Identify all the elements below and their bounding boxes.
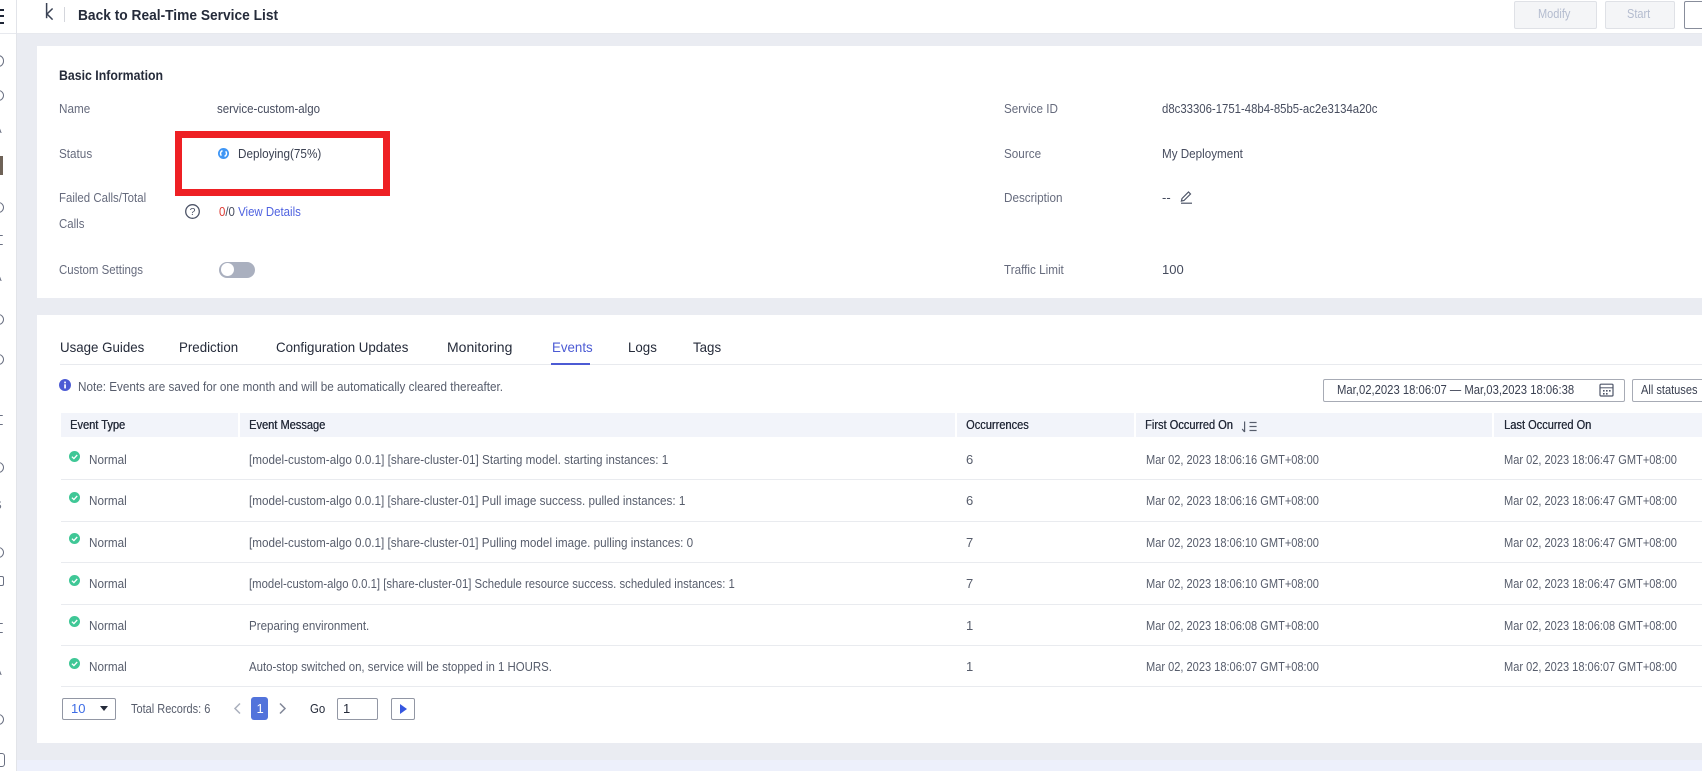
svg-text:?: ? [190,206,196,218]
